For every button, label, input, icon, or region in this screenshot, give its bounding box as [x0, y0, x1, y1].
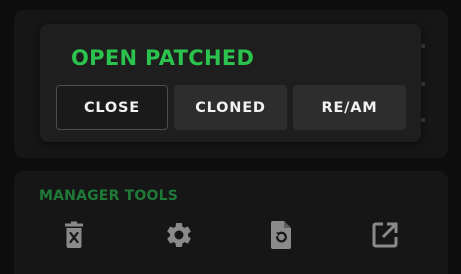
delete-icon[interactable] [58, 219, 90, 251]
background-edge-mark [421, 118, 425, 122]
patch-popup-dialog: OPEN PATCHED CLOSE CLONED RE/AM [40, 24, 421, 142]
manager-tools-title: MANAGER TOOLS [39, 188, 178, 204]
close-button[interactable]: CLOSE [56, 85, 168, 130]
popup-title: OPEN PATCHED [71, 46, 255, 70]
restore-file-icon[interactable] [265, 219, 297, 251]
app-screen: OPEN PATCHED CLOSE CLONED RE/AM MANAGER … [0, 0, 461, 274]
ream-button[interactable]: RE/AM [293, 85, 406, 130]
background-edge-mark [421, 44, 425, 48]
settings-gear-icon[interactable] [163, 219, 195, 251]
manager-tools-panel: MANAGER TOOLS [14, 171, 448, 274]
cloned-button[interactable]: CLONED [174, 85, 287, 130]
background-edge-mark [421, 82, 425, 86]
open-external-icon[interactable] [369, 219, 401, 251]
